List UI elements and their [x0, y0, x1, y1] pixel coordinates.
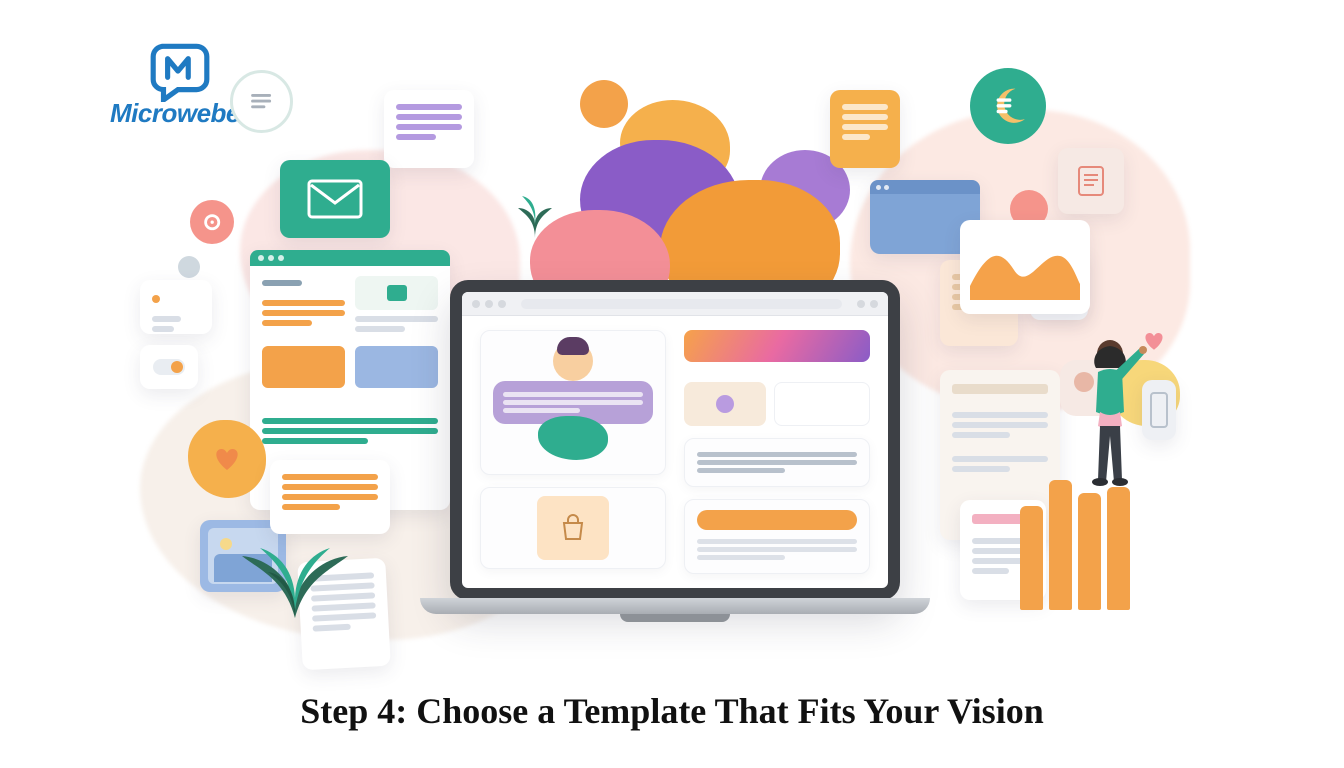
browser-chrome — [462, 292, 888, 316]
doc-card — [384, 90, 474, 168]
heart-blob — [188, 420, 266, 498]
cta-card — [684, 499, 870, 574]
moon-icon — [970, 68, 1046, 144]
heart-icon — [212, 446, 242, 472]
pedestal-bars — [1020, 480, 1130, 610]
doc-icon — [230, 70, 293, 133]
accent-dot-icon — [580, 80, 628, 128]
bag-icon — [556, 511, 590, 545]
mail-icon — [307, 179, 363, 219]
doc-outline-card — [1058, 148, 1124, 214]
step-headline: Step 4: Choose a Template That Fits Your… — [0, 690, 1344, 732]
thumb-card — [774, 382, 870, 426]
doc-card — [830, 90, 900, 168]
hero-banner — [684, 330, 870, 362]
profile-card — [480, 330, 666, 475]
plant-icon — [230, 510, 360, 620]
chart-icon — [970, 230, 1080, 300]
leaf-icon — [510, 180, 560, 240]
record-icon — [190, 200, 234, 244]
toggle-card — [140, 345, 198, 389]
laptop-screen — [450, 280, 900, 600]
accent-dot-icon — [178, 256, 200, 278]
person-illustration — [1070, 336, 1150, 486]
chart-card — [960, 220, 1090, 314]
avatar-icon — [553, 341, 593, 381]
product-card — [480, 487, 666, 569]
mini-card — [140, 280, 212, 334]
mail-card — [280, 160, 390, 238]
thumb-card — [684, 382, 766, 426]
illustration-canvas — [140, 60, 1220, 680]
laptop-mockup — [420, 280, 930, 660]
text-card — [684, 438, 870, 487]
cloud-icon — [538, 416, 608, 460]
hero-illustration: Microweber — [0, 0, 1344, 768]
